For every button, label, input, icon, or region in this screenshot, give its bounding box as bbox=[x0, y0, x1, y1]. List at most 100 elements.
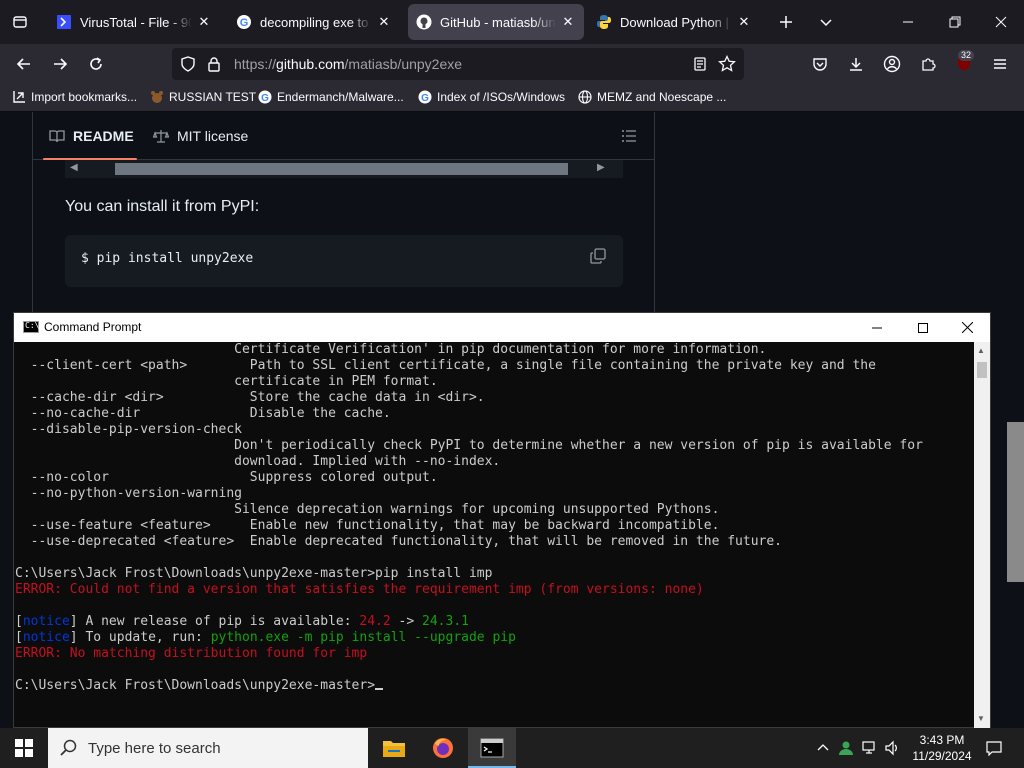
browser-tab-bar: VirusTotal - File - 90149 ✕ G decompilin… bbox=[0, 0, 1024, 44]
maximize-button[interactable] bbox=[900, 313, 946, 342]
list-tabs-dropdown[interactable] bbox=[814, 10, 838, 34]
tab-license[interactable]: MIT license bbox=[153, 128, 248, 144]
globe-icon bbox=[578, 90, 592, 104]
terminal-line: --cache-dir <dir> Store the cache data i… bbox=[15, 390, 974, 406]
terminal-line: --no-python-version-warning bbox=[15, 486, 974, 502]
terminal-text: C:\Users\Jack Frost\Downloads\unpy2exe-m… bbox=[15, 678, 376, 693]
terminal-scrollbar[interactable]: ▲ ▼ bbox=[974, 342, 990, 728]
taskbar-clock[interactable]: 3:43 PM 11/29/2024 bbox=[904, 732, 980, 764]
close-icon bbox=[995, 16, 1007, 28]
tab-python[interactable]: Download Python | Pyt ✕ bbox=[588, 4, 760, 40]
ublock-button[interactable]: 32 bbox=[950, 50, 978, 78]
reload-button[interactable] bbox=[82, 50, 110, 78]
minimize-button[interactable] bbox=[854, 313, 900, 342]
tab-github[interactable]: GitHub - matiasb/unpy ✕ bbox=[408, 4, 584, 40]
terminal-text: ERROR: Could not find a version that sat… bbox=[15, 582, 704, 597]
command-prompt-icon bbox=[480, 738, 504, 758]
browser-nav-bar: https://github.com/matiasb/unpy2exe 32 bbox=[0, 44, 1024, 84]
copy-button[interactable] bbox=[589, 247, 609, 267]
taskbar-command-prompt[interactable] bbox=[468, 728, 516, 768]
list-unordered-icon bbox=[622, 130, 636, 142]
tab-virustotal[interactable]: VirusTotal - File - 90149 ✕ bbox=[48, 4, 220, 40]
tab-title: decompiling exe to py bbox=[260, 14, 372, 30]
close-tab-icon[interactable]: ✕ bbox=[736, 14, 752, 30]
bookmark-memz[interactable]: MEMZ and Noescape ... bbox=[578, 90, 726, 104]
minimize-icon bbox=[903, 21, 913, 23]
tab-readme[interactable]: README bbox=[49, 128, 134, 144]
back-button[interactable] bbox=[10, 50, 38, 78]
bookmarks-toolbar: Import bookmarks... RUSSIAN TEST G Ender… bbox=[0, 84, 1024, 112]
chevron-down-icon bbox=[820, 19, 832, 27]
scroll-up-arrow-icon[interactable]: ▲ bbox=[977, 346, 985, 355]
address-bar[interactable]: https://github.com/matiasb/unpy2exe bbox=[172, 48, 744, 80]
scroll-right-arrow-icon[interactable]: ▶ bbox=[597, 162, 605, 173]
outline-button[interactable] bbox=[621, 128, 637, 144]
chevron-up-icon bbox=[817, 744, 829, 751]
bookmark-endermanch[interactable]: G Endermanch/Malware... bbox=[258, 90, 404, 104]
account-button[interactable] bbox=[878, 50, 906, 78]
close-tab-icon[interactable]: ✕ bbox=[196, 14, 212, 30]
terminal-line: --no-color Suppress colored output. bbox=[15, 470, 974, 486]
close-tab-icon[interactable]: ✕ bbox=[376, 14, 392, 30]
close-button[interactable] bbox=[944, 313, 990, 342]
scrollbar-thumb[interactable] bbox=[115, 163, 568, 175]
lock-icon[interactable] bbox=[206, 56, 222, 72]
close-tab-icon[interactable]: ✕ bbox=[560, 14, 576, 30]
bookmark-import[interactable]: Import bookmarks... bbox=[12, 90, 137, 104]
terminal-line: ERROR: Could not find a version that sat… bbox=[15, 582, 974, 598]
show-hidden-icons-button[interactable] bbox=[814, 728, 832, 768]
terminal-text-segment: python.exe -m pip install --upgrade pip bbox=[210, 630, 516, 645]
terminal-text: certificate in PEM format. bbox=[15, 374, 438, 389]
terminal-line: [notice] To update, run: python.exe -m p… bbox=[15, 630, 974, 646]
text-cursor bbox=[375, 688, 384, 690]
taskbar-firefox[interactable] bbox=[419, 728, 467, 768]
google-icon: G bbox=[236, 14, 252, 30]
reader-view-icon[interactable] bbox=[692, 56, 708, 72]
bookmark-label: Index of /ISOs/Windows bbox=[437, 90, 566, 104]
close-window-button[interactable] bbox=[989, 10, 1013, 34]
bookmark-star-icon[interactable] bbox=[718, 55, 736, 73]
url-text: https://github.com/matiasb/unpy2exe bbox=[234, 56, 463, 72]
new-tab-button[interactable] bbox=[774, 10, 798, 34]
minimize-window-button[interactable] bbox=[896, 10, 920, 34]
tray-people[interactable] bbox=[836, 728, 856, 768]
shield-icon[interactable] bbox=[180, 56, 196, 72]
maximize-window-button[interactable] bbox=[943, 10, 967, 34]
scroll-down-arrow-icon[interactable]: ▼ bbox=[977, 714, 985, 723]
bookmark-russian-test[interactable]: RUSSIAN TEST bbox=[150, 90, 256, 104]
tab-decompiling[interactable]: G decompiling exe to py ✕ bbox=[228, 4, 400, 40]
command-prompt-window[interactable]: C:\ Command Prompt Certificate Verificat… bbox=[13, 312, 991, 728]
restore-icon bbox=[949, 16, 961, 28]
pocket-button[interactable] bbox=[806, 50, 834, 78]
scroll-left-arrow-icon[interactable]: ◀ bbox=[70, 162, 78, 173]
terminal-text-segment: ] To update, run: bbox=[69, 630, 211, 645]
tray-volume[interactable] bbox=[882, 728, 902, 768]
terminal-scrollbar-thumb[interactable] bbox=[977, 362, 987, 378]
terminal-text-segment: [ bbox=[15, 614, 23, 629]
horizontal-scrollbar[interactable]: ◀ ▶ bbox=[65, 160, 623, 178]
page-scrollbar[interactable] bbox=[1007, 112, 1024, 727]
tray-network[interactable] bbox=[860, 728, 880, 768]
terminal-text: --use-deprecated <feature> Enable deprec… bbox=[15, 534, 783, 549]
page-scrollbar-thumb[interactable] bbox=[1007, 422, 1024, 582]
terminal-output[interactable]: Certificate Verification' in pip documen… bbox=[14, 342, 974, 728]
forward-button[interactable] bbox=[46, 50, 74, 78]
book-icon bbox=[49, 128, 65, 144]
downloads-button[interactable] bbox=[842, 50, 870, 78]
action-center-button[interactable] bbox=[980, 728, 1008, 768]
app-menu-button[interactable] bbox=[986, 50, 1014, 78]
terminal-line: C:\Users\Jack Frost\Downloads\unpy2exe-m… bbox=[15, 678, 974, 694]
terminal-text-segment: notice bbox=[22, 614, 70, 629]
readme-tabs: README MIT license bbox=[33, 112, 654, 160]
start-button[interactable] bbox=[0, 728, 48, 768]
taskbar-file-explorer[interactable] bbox=[370, 728, 418, 768]
command-prompt-titlebar[interactable]: C:\ Command Prompt bbox=[14, 313, 990, 342]
bookmark-isos[interactable]: G Index of /ISOs/Windows bbox=[418, 90, 565, 104]
list-all-tabs-button[interactable] bbox=[0, 4, 40, 40]
extensions-button[interactable] bbox=[914, 50, 942, 78]
copy-icon bbox=[590, 248, 606, 264]
extension-badge-count: 32 bbox=[958, 50, 975, 61]
terminal-line: [notice] A new release of pip is availab… bbox=[15, 614, 974, 630]
terminal-text-segment: notice bbox=[22, 630, 70, 645]
taskbar-search-box[interactable]: Type here to search bbox=[48, 728, 368, 768]
